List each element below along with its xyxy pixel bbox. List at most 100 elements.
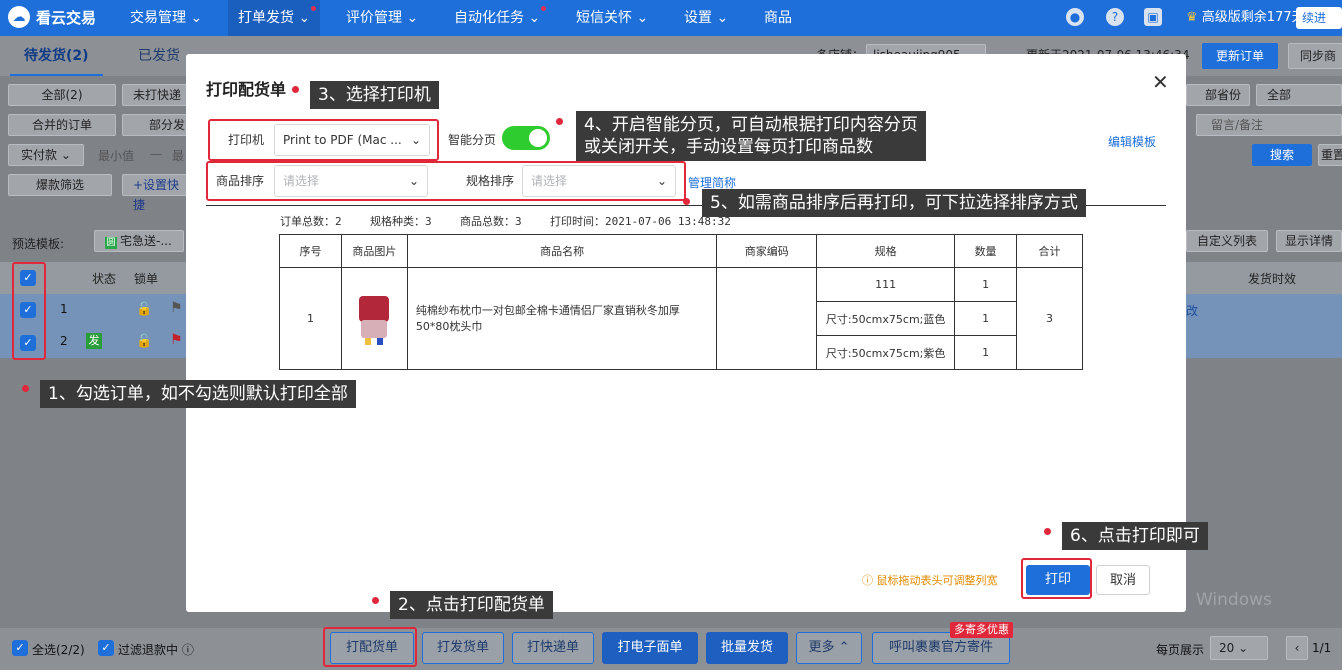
nav-goods[interactable]: 商品 bbox=[754, 0, 802, 36]
annotation-box-printer bbox=[208, 119, 439, 161]
warning-icon: ⓘ bbox=[862, 574, 873, 587]
row-edit-link[interactable]: 改 bbox=[1186, 302, 1198, 319]
annotation-dot bbox=[292, 86, 299, 93]
reset-button[interactable]: 重置 bbox=[1318, 144, 1342, 166]
chevron-down-icon: ⌄ bbox=[636, 10, 649, 26]
more-button[interactable]: 更多 ⌃ bbox=[796, 632, 862, 664]
filter-unprinted[interactable]: 未打快递 bbox=[122, 84, 188, 106]
app-logo[interactable]: ☁ 看云交易 bbox=[8, 6, 96, 28]
unlock-icon[interactable]: 🔓 bbox=[136, 334, 152, 349]
select-all-bottom-checkbox[interactable]: ✓ bbox=[12, 640, 28, 656]
summary-goods: 商品总数：3 bbox=[460, 215, 522, 228]
prev-page-button[interactable]: ‹ bbox=[1286, 636, 1308, 660]
row-number: 2 bbox=[60, 334, 68, 348]
notification-dot bbox=[311, 6, 317, 11]
quick-setting[interactable]: +设置快捷 bbox=[122, 174, 188, 212]
min-value: 最小值 bbox=[98, 149, 135, 163]
batch-ship-button[interactable]: 批量发货 bbox=[706, 632, 788, 664]
smart-page-label: 智能分页 bbox=[448, 133, 497, 147]
annotation-box-sort bbox=[206, 161, 686, 201]
callout-6: 6、点击打印即可 bbox=[1062, 522, 1208, 550]
col-header: 商家编码 bbox=[716, 234, 818, 268]
preset-select[interactable]: 圆宅急送-... bbox=[94, 230, 184, 252]
nav-print-ship[interactable]: 打单发货 ⌄ bbox=[228, 0, 321, 36]
total-cell: 3 bbox=[1016, 267, 1083, 370]
flag-icon[interactable]: ⚑ bbox=[170, 332, 183, 348]
product-name-cell: 纯棉纱布枕巾一对包邮全棉卡通情侣厂家直销秋冬加厚50*80枕头巾 bbox=[406, 267, 718, 370]
info-icon: ⓘ bbox=[181, 643, 194, 657]
annotation-box-checkboxes bbox=[12, 262, 46, 360]
dialog-title: 打印配货单 bbox=[206, 80, 287, 99]
renew-button[interactable]: 续进 bbox=[1296, 7, 1342, 29]
burst-filter[interactable]: 爆款筛选 bbox=[8, 174, 112, 196]
nav-settings[interactable]: 设置 ⌄ bbox=[674, 0, 738, 36]
filter-refund-checkbox[interactable]: ✓ bbox=[98, 640, 114, 656]
search-button[interactable]: 搜索 bbox=[1252, 144, 1312, 166]
filter-all-2[interactable]: 全部 bbox=[1256, 84, 1342, 106]
print-eface-button[interactable]: 打电子面单 bbox=[602, 632, 698, 664]
filter-refund-label: 过滤退款中 ⓘ bbox=[118, 643, 194, 657]
sync-button[interactable]: 同步商 bbox=[1288, 43, 1342, 69]
cancel-button[interactable]: 取消 bbox=[1096, 565, 1150, 595]
col-header: 商品名称 bbox=[406, 234, 718, 268]
annotation-dot bbox=[372, 597, 379, 604]
range-dash: — bbox=[150, 147, 162, 161]
tab-pending[interactable]: 待发货(2) bbox=[10, 36, 103, 76]
chevron-down-icon: ⌄ bbox=[60, 148, 71, 162]
nav-sms[interactable]: 短信关怀 ⌄ bbox=[566, 0, 658, 36]
chevron-down-icon: ⌄ bbox=[406, 10, 419, 26]
callout-3: 3、选择打印机 bbox=[310, 81, 439, 109]
filter-merged[interactable]: 合并的订单 bbox=[8, 114, 116, 136]
filter-payment[interactable]: 实付款 ⌄ bbox=[8, 144, 84, 166]
bell-icon[interactable]: ● bbox=[1066, 8, 1084, 26]
smart-page-toggle[interactable] bbox=[502, 126, 550, 150]
promo-badge: 多寄多优惠 bbox=[950, 622, 1013, 638]
vip-status: ♛ 高级版剩余177天 bbox=[1186, 10, 1305, 25]
per-page-select[interactable]: 20 ⌄ bbox=[1210, 636, 1268, 660]
chevron-down-icon: ⌄ bbox=[1238, 641, 1249, 655]
nav-trade[interactable]: 交易管理 ⌄ bbox=[120, 0, 212, 36]
memo-input[interactable]: 留言/备注 bbox=[1196, 114, 1342, 136]
custom-columns-button[interactable]: 自定义列表 bbox=[1186, 230, 1268, 252]
spec-cell: 尺寸:50cmx75cm;紫色 bbox=[816, 335, 956, 370]
filter-province[interactable]: 部省份 bbox=[1186, 84, 1250, 106]
annotation-dot bbox=[556, 118, 563, 125]
chevron-down-icon: ⌄ bbox=[190, 10, 203, 26]
chevron-down-icon: ⌄ bbox=[528, 10, 541, 26]
unlock-icon[interactable]: 🔓 bbox=[136, 302, 152, 317]
edit-template-link[interactable]: 编辑模板 bbox=[1108, 133, 1156, 150]
template-icon: 圆 bbox=[105, 237, 117, 249]
callout-5: 5、如需商品排序后再打印，可下拉选择排序方式 bbox=[702, 189, 1086, 217]
qty-cell: 1 bbox=[954, 335, 1018, 370]
help-icon[interactable]: ? bbox=[1106, 8, 1124, 26]
merchant-code-cell bbox=[716, 267, 818, 370]
shipped-badge: 发 bbox=[86, 333, 102, 349]
tab-shipped[interactable]: 已发货 bbox=[124, 36, 194, 76]
per-page-label: 每页展示 bbox=[1156, 643, 1205, 657]
annotation-box-print bbox=[1021, 558, 1092, 599]
qty-cell: 1 bbox=[954, 267, 1018, 302]
ticket-icon[interactable]: ▣ bbox=[1144, 8, 1162, 26]
update-orders-button[interactable]: 更新订单 bbox=[1202, 43, 1278, 69]
print-express-button[interactable]: 打快递单 bbox=[512, 632, 594, 664]
nav-review[interactable]: 评价管理 ⌄ bbox=[336, 0, 428, 36]
resize-hint: ⓘ 鼠标拖动表头可调整列宽 bbox=[862, 574, 998, 587]
seq-cell: 1 bbox=[279, 267, 342, 370]
filter-partial[interactable]: 部分发 bbox=[122, 114, 188, 136]
col-header: 规格 bbox=[816, 234, 956, 268]
show-detail-button[interactable]: 显示详情 bbox=[1276, 230, 1342, 252]
col-ship-time: 发货时效 bbox=[1248, 272, 1297, 286]
spec-cell: 尺寸:50cmx75cm;蓝色 bbox=[816, 301, 956, 336]
nav-automation[interactable]: 自动化任务 ⌄ bbox=[444, 0, 550, 36]
product-image bbox=[355, 290, 393, 348]
print-ship-list-button[interactable]: 打发货单 bbox=[422, 632, 504, 664]
product-image-cell bbox=[340, 267, 408, 370]
flag-icon[interactable]: ⚑ bbox=[170, 300, 183, 316]
col-header: 序号 bbox=[279, 234, 342, 268]
page-indicator: 1/1 bbox=[1312, 641, 1332, 655]
col-header: 数量 bbox=[954, 234, 1018, 268]
close-icon[interactable]: ✕ bbox=[1152, 70, 1169, 94]
filter-all[interactable]: 全部(2) bbox=[8, 84, 116, 106]
pick-list-table: 序号 商品图片 商品名称 商家编码 规格 数量 合计 1 纯棉纱布枕巾一对包邮全… bbox=[279, 234, 1083, 370]
windows-watermark: Windows bbox=[1196, 590, 1272, 610]
